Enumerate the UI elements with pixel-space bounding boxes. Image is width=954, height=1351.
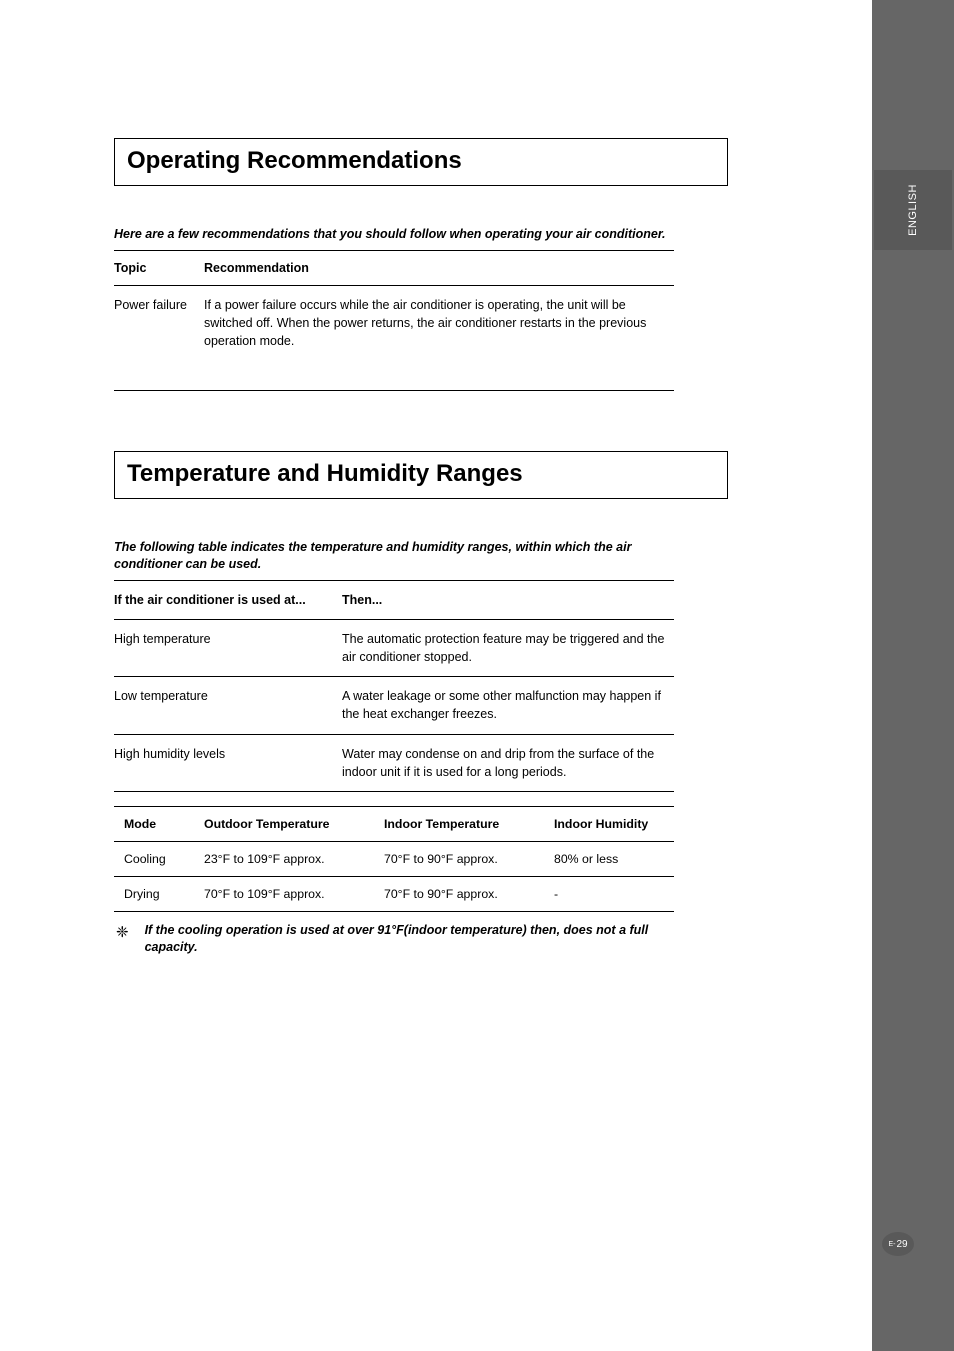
header-outdoor: Outdoor Temperature — [194, 806, 374, 841]
cell-mode: Drying — [114, 876, 194, 911]
section-heading-operating: Operating Recommendations — [114, 138, 728, 186]
table-header-row: Topic Recommendation — [114, 250, 674, 285]
language-tab: ENGLISH — [874, 170, 952, 250]
footnote-symbol: ❈ — [116, 922, 129, 943]
cell-humidity: 80% or less — [544, 841, 674, 876]
modes-table: Mode Outdoor Temperature Indoor Temperat… — [114, 806, 674, 912]
page-number-badge: E-29 — [882, 1232, 914, 1256]
table-header-row: Mode Outdoor Temperature Indoor Temperat… — [114, 806, 674, 841]
section1-intro: Here are a few recommendations that you … — [114, 226, 674, 244]
cell-indoor: 70°F to 90°F approx. — [374, 876, 544, 911]
cell-outdoor: 23°F to 109°F approx. — [194, 841, 374, 876]
cell-condition: High temperature — [114, 620, 342, 677]
cell-topic: Power failure — [114, 285, 204, 390]
header-recommendation: Recommendation — [204, 250, 674, 285]
section-heading-temperature: Temperature and Humidity Ranges — [114, 451, 728, 499]
recommendations-table: Topic Recommendation Power failure If a … — [114, 250, 674, 391]
table-row: Low temperature A water leakage or some … — [114, 677, 674, 734]
cell-outdoor: 70°F to 109°F approx. — [194, 876, 374, 911]
cell-indoor: 70°F to 90°F approx. — [374, 841, 544, 876]
cell-condition: High humidity levels — [114, 734, 342, 791]
header-humidity: Indoor Humidity — [544, 806, 674, 841]
page-number-value: 29 — [896, 1239, 907, 1250]
cell-humidity: - — [544, 876, 674, 911]
cell-mode: Cooling — [114, 841, 194, 876]
page-content: Operating Recommendations Here are a few… — [114, 138, 734, 957]
footnote: ❈ If the cooling operation is used at ov… — [114, 922, 674, 957]
language-tab-label: ENGLISH — [907, 184, 919, 236]
header-then: Then... — [342, 580, 674, 619]
header-condition: If the air conditioner is used at... — [114, 580, 342, 619]
table-row: Cooling 23°F to 109°F approx. 70°F to 90… — [114, 841, 674, 876]
header-topic: Topic — [114, 250, 204, 285]
section2-heading-text: Temperature and Humidity Ranges — [127, 460, 523, 487]
table-row: Drying 70°F to 109°F approx. 70°F to 90°… — [114, 876, 674, 911]
cell-recommendation: If a power failure occurs while the air … — [204, 285, 674, 390]
section2-intro: The following table indicates the temper… — [114, 539, 674, 574]
header-indoor: Indoor Temperature — [374, 806, 544, 841]
table-row: High temperature The automatic protectio… — [114, 620, 674, 677]
table-row: Power failure If a power failure occurs … — [114, 285, 674, 390]
cell-then: The automatic protection feature may be … — [342, 620, 674, 677]
table-row: High humidity levels Water may condense … — [114, 734, 674, 791]
footnote-text: If the cooling operation is used at over… — [145, 922, 674, 957]
cell-then: Water may condense on and drip from the … — [342, 734, 674, 791]
page-number-prefix: E- — [888, 1241, 895, 1248]
cell-then: A water leakage or some other malfunctio… — [342, 677, 674, 734]
cell-condition: Low temperature — [114, 677, 342, 734]
header-mode: Mode — [114, 806, 194, 841]
conditions-table: If the air conditioner is used at... The… — [114, 580, 674, 792]
table-header-row: If the air conditioner is used at... The… — [114, 580, 674, 619]
sidebar-strip: ENGLISH — [872, 0, 954, 1351]
section1-heading-text: Operating Recommendations — [127, 147, 462, 174]
